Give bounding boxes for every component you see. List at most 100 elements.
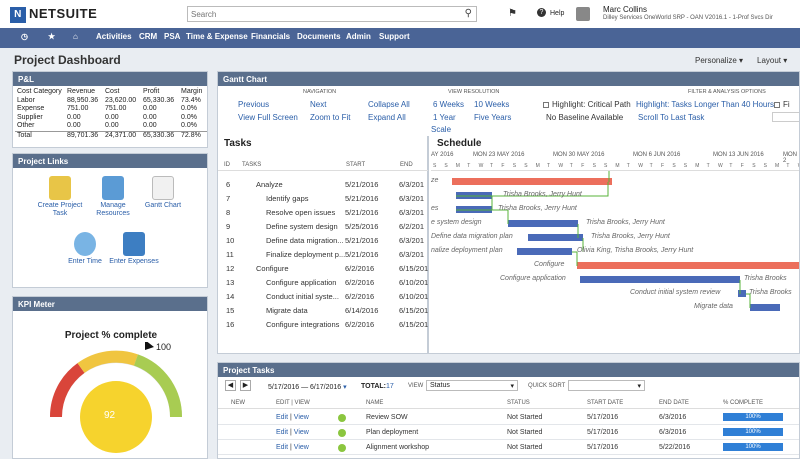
task-start: 6/2/2016	[345, 320, 375, 329]
quick-sort-select[interactable]: ▾	[568, 380, 645, 391]
favorites-icon[interactable]: ★	[48, 32, 55, 41]
timeline-month: MON 30 MAY 2016	[553, 152, 605, 158]
gantt-task-row[interactable]: 12 Configure 6/2/2016 6/15/201	[218, 262, 428, 276]
pl-header-row: Cost Category Revenue Cost Profit Margin	[15, 88, 207, 97]
view-select[interactable]: Status ▾	[426, 380, 518, 391]
view-link[interactable]: View	[294, 414, 309, 421]
pl-cell: 0.0%	[181, 113, 197, 121]
view-scale[interactable]: Scale	[431, 125, 451, 134]
zoom-to-fit-link[interactable]: Zoom to Fit	[310, 113, 350, 122]
create-project-task-link[interactable]: Create Project Task	[35, 176, 85, 218]
gantt-filter-input[interactable]	[772, 112, 799, 122]
col-status[interactable]: STATUS	[507, 400, 530, 406]
date-range-selector[interactable]: 5/17/2016 — 6/17/2016 ▾	[268, 383, 347, 391]
gantt-task-row[interactable]: 13 Configure application 6/2/2016 6/10/201	[218, 276, 428, 290]
gantt-task-row[interactable]: 9 Define system design 5/25/2016 6/2/201	[218, 220, 426, 234]
expense-icon	[123, 232, 145, 256]
gauge-needle	[145, 342, 154, 350]
critical-path-checkbox[interactable]: Highlight: Critical Path	[543, 100, 631, 109]
nav-documents[interactable]: Documents	[297, 32, 341, 41]
col-name[interactable]: NAME	[366, 400, 383, 406]
nav-support[interactable]: Support	[379, 32, 410, 41]
view-link[interactable]: View	[294, 444, 309, 451]
enter-expenses-link[interactable]: Enter Expenses	[109, 232, 159, 266]
view-10-weeks[interactable]: 10 Weeks	[474, 100, 509, 109]
gantt-chart-link[interactable]: Gantt Chart	[138, 176, 188, 210]
netsuite-logo[interactable]: N NETSUITE	[10, 6, 97, 23]
help-icon[interactable]: ?	[537, 8, 546, 17]
col-start-date[interactable]: START DATE	[587, 400, 623, 406]
nav-admin[interactable]: Admin	[346, 32, 371, 41]
recent-records-icon[interactable]: ⚑	[508, 8, 517, 19]
gantt-task-row[interactable]: 14 Conduct initial syste... 6/2/2016 6/10/2…	[218, 290, 428, 304]
gantt-task-row[interactable]: 6 Analyze 5/21/2016 6/3/201	[218, 178, 426, 192]
pl-cell: 0.00	[67, 113, 81, 121]
user-avatar[interactable]	[576, 7, 590, 21]
timeline-month: MON 6 JUN 2016	[633, 152, 681, 158]
view-6-weeks[interactable]: 6 Weeks	[433, 100, 464, 109]
gantt-task-row[interactable]: 15 Migrate data 6/14/2016 6/15/201	[218, 304, 428, 318]
enter-time-link[interactable]: Enter Time	[60, 232, 110, 266]
edit-link[interactable]: Edit	[276, 414, 288, 421]
view-link[interactable]: View	[294, 429, 309, 436]
manage-resources-link[interactable]: Manage Resources	[88, 176, 138, 218]
pl-cell: 751.00	[67, 105, 89, 112]
gauge-yellow-band	[77, 350, 138, 374]
timeline-day: S	[683, 163, 688, 169]
pl-cell: 23,620.00	[105, 96, 137, 104]
search-icon[interactable]: ⚲	[465, 8, 472, 19]
highlight-long-tasks-link[interactable]: Highlight: Tasks Longer Than 40 Hours	[636, 100, 774, 109]
help-link[interactable]: Help	[550, 10, 564, 17]
personalize-menu[interactable]: Personalize ▾	[695, 56, 743, 65]
scroll-to-last-task-link[interactable]: Scroll To Last Task	[638, 113, 704, 122]
recent-icon[interactable]: ◷	[21, 32, 28, 41]
gantt-task-row[interactable]: 11 Finalize deployment p... 5/21/2016 6/3/2…	[218, 248, 426, 262]
task-start: 6/14/2016	[345, 306, 379, 315]
pl-row: Labor 88,950.36 23,620.00 65,330.36 73.4%	[15, 97, 207, 106]
gantt-task-row[interactable]: 8 Resolve open issues 5/21/2016 6/3/201	[218, 206, 426, 220]
nav-financials[interactable]: Financials	[251, 32, 290, 41]
page-title: Project Dashboard	[14, 53, 121, 67]
col-end-date[interactable]: END DATE	[659, 400, 689, 406]
next-page-icon[interactable]: ▶	[240, 380, 251, 391]
search-input[interactable]	[188, 7, 448, 21]
edit-link[interactable]: Edit	[276, 444, 288, 451]
nav-activities[interactable]: Activities	[96, 32, 132, 41]
task-name[interactable]: Review SOW	[366, 414, 408, 421]
filter-checkbox[interactable]: Fi	[774, 100, 790, 109]
prev-page-icon[interactable]: ◀	[225, 380, 236, 391]
task-status: Not Started	[507, 444, 543, 451]
task-start: 6/2/2016	[345, 278, 375, 287]
previous-link[interactable]: Previous	[238, 100, 269, 109]
task-name[interactable]: Plan deployment	[366, 429, 418, 436]
bar-label: Migrate data	[694, 303, 733, 310]
edit-link[interactable]: Edit	[276, 429, 288, 436]
nav-time-expense[interactable]: Time & Expense	[186, 32, 248, 41]
task-name[interactable]: Alignment workshop	[366, 444, 429, 451]
gantt-task-row[interactable]: 10 Define data migration... 5/21/2016 6/3/2…	[218, 234, 426, 248]
expand-all-link[interactable]: Expand All	[368, 113, 406, 122]
global-search[interactable]: ⚲	[187, 6, 477, 22]
kpi-max: 100	[156, 342, 172, 352]
nav-crm[interactable]: CRM	[139, 32, 157, 41]
timeline-day: W	[638, 163, 643, 169]
next-link[interactable]: Next	[310, 100, 326, 109]
task-end: 6/10/201	[399, 292, 428, 301]
timeline-day: F	[740, 163, 744, 169]
nav-psa[interactable]: PSA	[164, 32, 180, 41]
task-name: Define data migration...	[266, 236, 344, 245]
user-menu[interactable]: Marc Collins Dilley Services OneWorld SR…	[603, 5, 773, 23]
timeline-day: M	[455, 163, 460, 169]
collapse-all-link[interactable]: Collapse All	[368, 100, 410, 109]
gantt-task-row[interactable]: 7 Identify gaps 5/21/2016 6/3/201	[218, 192, 426, 206]
task-name: Resolve open issues	[266, 208, 336, 217]
pl-col-header: Profit	[143, 88, 160, 95]
view-full-screen-link[interactable]: View Full Screen	[238, 113, 298, 122]
view-1-year[interactable]: 1 Year	[433, 113, 456, 122]
gantt-task-row[interactable]: 16 Configure integrations 6/2/2016 6/15/201	[218, 318, 428, 332]
layout-menu[interactable]: Layout ▾	[757, 56, 787, 65]
timeline-day: M	[775, 163, 780, 169]
col-pct-complete[interactable]: % COMPLETE	[723, 400, 763, 406]
home-icon[interactable]: ⌂	[73, 32, 78, 41]
view-five-years[interactable]: Five Years	[474, 113, 511, 122]
